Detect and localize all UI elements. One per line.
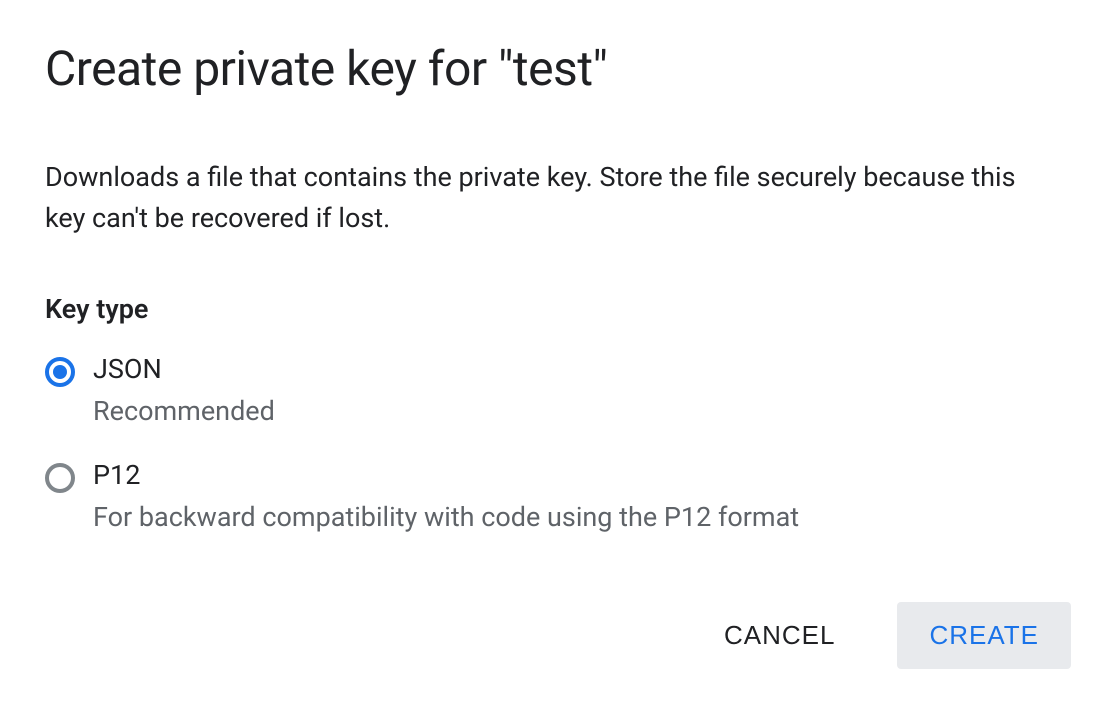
dialog-description: Downloads a file that contains the priva…: [45, 157, 1045, 238]
radio-option-json[interactable]: JSON Recommended: [45, 353, 1071, 427]
dialog-actions: CANCEL CREATE: [45, 602, 1071, 669]
dialog-title: Create private key for "test": [45, 40, 1071, 97]
radio-label-p12: P12: [93, 459, 799, 491]
radio-option-p12[interactable]: P12 For backward compatibility with code…: [45, 459, 1071, 533]
key-type-radio-group: JSON Recommended P12 For backward compat…: [45, 353, 1071, 533]
create-button[interactable]: CREATE: [897, 602, 1071, 669]
create-private-key-dialog: Create private key for "test" Downloads …: [0, 0, 1116, 714]
radio-description-p12: For backward compatibility with code usi…: [93, 501, 799, 533]
radio-button-json[interactable]: [45, 357, 75, 387]
radio-content-json: JSON Recommended: [93, 353, 275, 427]
radio-content-p12: P12 For backward compatibility with code…: [93, 459, 799, 533]
cancel-button[interactable]: CANCEL: [692, 602, 867, 669]
radio-button-p12[interactable]: [45, 463, 75, 493]
radio-description-json: Recommended: [93, 395, 275, 427]
radio-label-json: JSON: [93, 353, 275, 385]
key-type-label: Key type: [45, 293, 1071, 325]
